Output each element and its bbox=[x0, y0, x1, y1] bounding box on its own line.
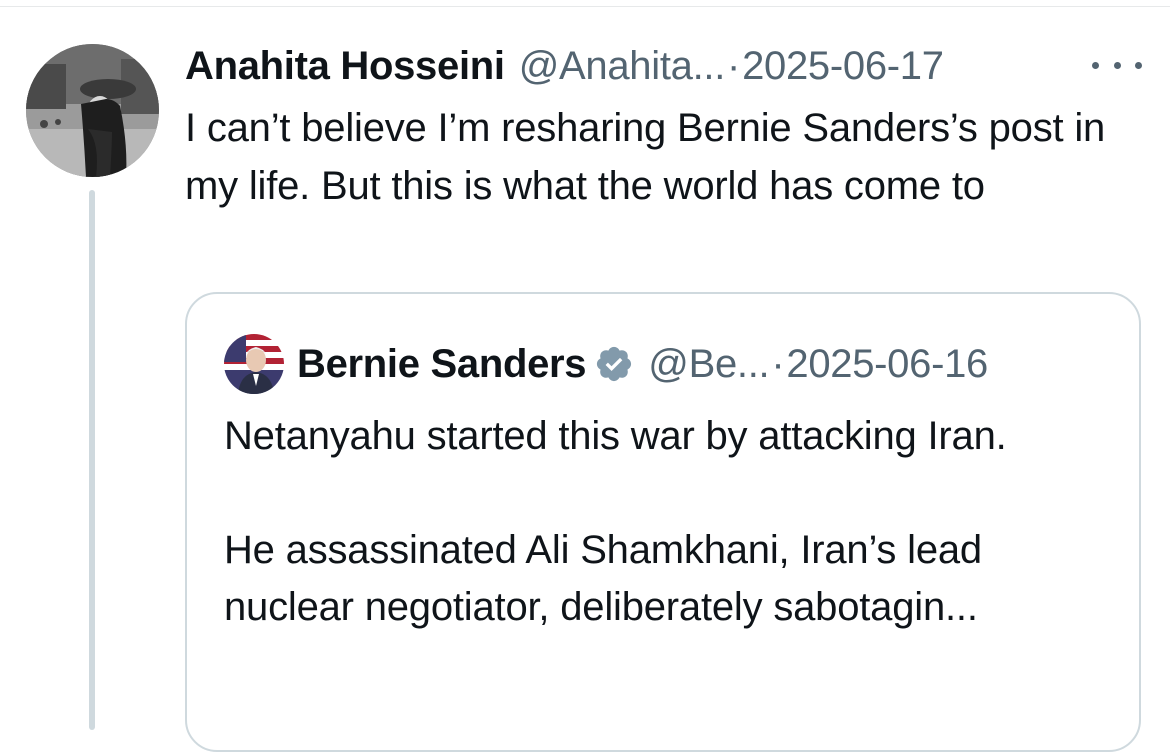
tweet-date[interactable]: 2025-06-17 bbox=[742, 44, 944, 89]
quote-author-name[interactable]: Bernie Sanders bbox=[297, 342, 587, 387]
quote-author-handle[interactable]: @Be... bbox=[648, 342, 769, 387]
author-handle[interactable]: @Anahita... bbox=[519, 44, 726, 89]
tweet-text: I can’t believe I’m resharing Bernie San… bbox=[185, 106, 1106, 208]
quoted-tweet-card[interactable]: Bernie Sanders @Be... · 2025-06-16 Netan… bbox=[185, 292, 1141, 752]
header-separator: · bbox=[727, 43, 741, 88]
more-dot bbox=[1135, 61, 1142, 69]
top-divider bbox=[0, 6, 1170, 7]
tweet-header: Anahita Hosseini @Anahita... · 2025-06-1… bbox=[185, 38, 1145, 94]
verified-badge-icon bbox=[597, 346, 632, 382]
quote-date[interactable]: 2025-06-16 bbox=[786, 342, 988, 387]
more-dot bbox=[1092, 61, 1099, 69]
quote-header: Bernie Sanders @Be... · 2025-06-16 bbox=[297, 334, 1117, 394]
quote-author-avatar[interactable] bbox=[224, 334, 284, 394]
quote-header-separator: · bbox=[771, 341, 785, 386]
more-horizontal-icon[interactable] bbox=[1092, 50, 1142, 80]
quote-text: Netanyahu started this war by attacking … bbox=[224, 414, 1007, 629]
thread-connector-line bbox=[89, 190, 95, 730]
author-avatar[interactable] bbox=[26, 44, 159, 177]
quote-avatar-photo bbox=[224, 334, 284, 394]
author-name[interactable]: Anahita Hosseini bbox=[185, 44, 505, 89]
avatar-photo bbox=[26, 44, 159, 177]
more-dot bbox=[1113, 61, 1121, 69]
